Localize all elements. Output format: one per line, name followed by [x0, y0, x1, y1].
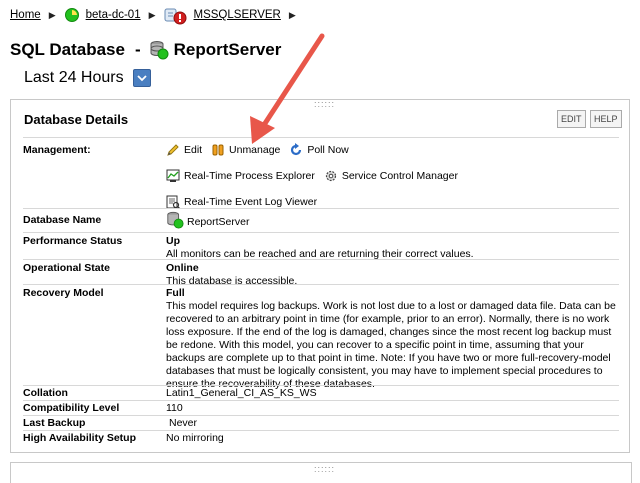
recovery-model-value: Full [166, 287, 185, 299]
database-name-label: Database Name [23, 214, 102, 226]
pause-icon [211, 143, 225, 157]
poll-now-action[interactable]: Poll Now [289, 142, 349, 158]
edit-action-label: Edit [184, 144, 203, 156]
time-range: Last 24 Hours [24, 69, 151, 87]
process-explorer-action[interactable]: Real-Time Process Explorer [166, 168, 315, 184]
event-log-icon [166, 195, 180, 209]
breadcrumb-node-link[interactable]: beta-dc-01 [86, 9, 141, 21]
last-backup-row: Last Backup Never [23, 415, 619, 431]
chevron-down-icon [136, 75, 147, 82]
database-name-row: Database Name ReportServer [23, 208, 619, 234]
page-title: SQL Database - ReportServer [10, 40, 281, 60]
unmanage-action[interactable]: Unmanage [211, 142, 280, 158]
service-control-action[interactable]: Service Control Manager [324, 168, 458, 184]
gear-icon [324, 169, 338, 183]
recovery-model-label: Recovery Model [23, 287, 104, 299]
last-backup-label: Last Backup [23, 417, 86, 429]
performance-status-value: Up [166, 235, 180, 247]
collation-row: Collation Latin1_General_CI_AS_KS_WS [23, 385, 619, 401]
collation-value: Latin1_General_CI_AS_KS_WS [166, 387, 317, 399]
time-range-label: Last 24 Hours [24, 69, 124, 86]
database-details-panel: :::::: Database Details EDIT HELP Manage… [10, 99, 630, 453]
breadcrumb: Home ▶ beta-dc-01 ▶ MSSQLSERVER ▶ [10, 6, 304, 25]
operational-state-label: Operational State [23, 262, 110, 274]
high-availability-row: High Availability Setup No mirroring [23, 430, 619, 448]
management-row: Management: Edit Unmanage Poll Now Real-… [23, 137, 619, 209]
pencil-icon [166, 143, 180, 157]
breadcrumb-home-link[interactable]: Home [10, 9, 41, 21]
database-name-value: ReportServer [187, 216, 250, 228]
page-title-separator: - [134, 40, 141, 59]
time-range-dropdown-button[interactable] [132, 69, 151, 87]
poll-now-action-label: Poll Now [307, 144, 349, 156]
next-resource-panel: :::::: [10, 462, 632, 483]
refresh-icon [289, 143, 303, 157]
help-button[interactable]: HELP [590, 110, 622, 128]
page-title-type: SQL Database [10, 40, 125, 59]
operational-state-value: Online [166, 262, 199, 274]
panel-title: Database Details [24, 112, 129, 127]
database-up-icon [149, 40, 169, 60]
recovery-model-row: Recovery Model Full This model requires … [23, 284, 619, 390]
service-control-label: Service Control Manager [341, 170, 458, 182]
compatibility-level-label: Compatibility Level [23, 402, 120, 414]
compatibility-level-row: Compatibility Level 110 [23, 400, 619, 416]
chevron-right-icon: ▶ [148, 9, 156, 20]
performance-status-label: Performance Status [23, 235, 123, 247]
chevron-right-icon: ▶ [48, 9, 56, 20]
recovery-model-description: This model requires log backups. Work is… [166, 300, 616, 390]
node-status-icon [64, 7, 80, 23]
edit-node-action[interactable]: Edit [166, 142, 202, 158]
database-up-icon [166, 211, 184, 229]
process-explorer-label: Real-Time Process Explorer [184, 170, 315, 182]
performance-status-row: Performance Status Up All monitors can b… [23, 232, 619, 260]
application-critical-icon [164, 7, 188, 25]
management-label: Management: [23, 144, 91, 156]
chevron-right-icon: ▶ [288, 9, 296, 20]
high-availability-label: High Availability Setup [23, 432, 136, 444]
edit-resource-button[interactable]: EDIT [557, 110, 586, 128]
compatibility-level-value: 110 [166, 402, 183, 414]
collation-label: Collation [23, 387, 68, 399]
operational-state-row: Operational State Online This database i… [23, 259, 619, 287]
page-title-db-name: ReportServer [173, 40, 282, 59]
last-backup-value: Never [169, 417, 198, 429]
unmanage-action-label: Unmanage [229, 144, 281, 156]
drag-handle-icon[interactable]: :::::: [314, 465, 335, 474]
drag-handle-icon[interactable]: :::::: [314, 100, 335, 109]
monitor-chart-icon [166, 169, 180, 183]
breadcrumb-app-link[interactable]: MSSQLSERVER [194, 9, 281, 21]
high-availability-value: No mirroring [166, 432, 224, 444]
